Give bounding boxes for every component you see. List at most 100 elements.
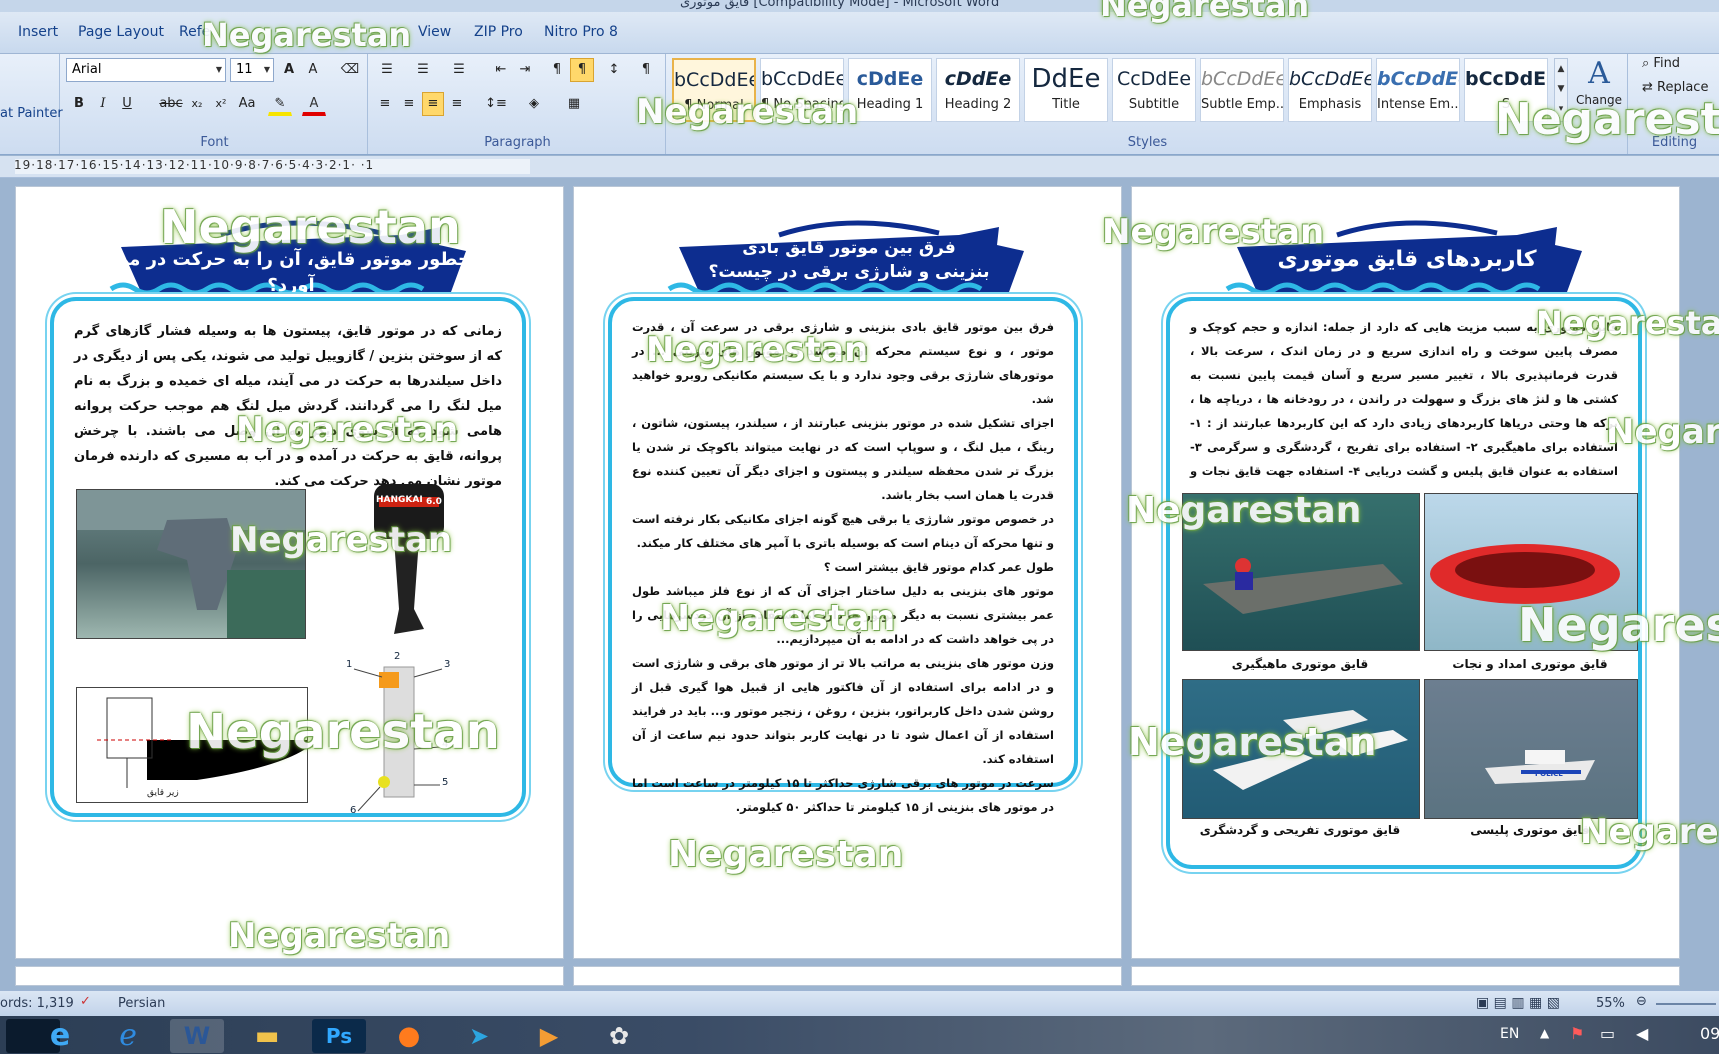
tray-chevron-icon[interactable]: ▲: [1540, 1026, 1549, 1040]
middle-page-body: فرق بین موتور قایق بادی بنزینی و شارژی ب…: [632, 315, 1054, 819]
edge-icon[interactable]: e: [33, 1019, 87, 1053]
tab-insert[interactable]: Insert: [18, 24, 58, 40]
justify-icon[interactable]: ≡: [446, 92, 468, 116]
firefox-icon[interactable]: ●: [382, 1019, 436, 1053]
tab-zip-pro[interactable]: ZIP Pro: [474, 24, 523, 40]
right-content-frame: قایق موتوری به سبب مزیت هایی که دارد از …: [1166, 297, 1642, 869]
language-indicator[interactable]: Persian: [118, 996, 165, 1011]
style-intense-emphasis[interactable]: bCcDdEeIntense Em...: [1376, 58, 1460, 122]
leisure-boats-photo: [1182, 679, 1420, 819]
ie-icon[interactable]: ℯ: [101, 1019, 155, 1053]
word-icon[interactable]: W: [170, 1019, 224, 1053]
styles-group-label: Styles: [1127, 135, 1168, 150]
change-styles-button[interactable]: A Change: [1572, 56, 1626, 107]
zoom-out-icon[interactable]: ⊖: [1636, 994, 1647, 1009]
middle-heading-line2: بنزینی و شارژی برقی در چیست؟: [708, 262, 990, 282]
highlight-icon[interactable]: ✎: [268, 92, 292, 116]
style-heading-1[interactable]: cDdEe Heading 1: [848, 58, 932, 122]
middle-heading-line1: فرق بین موتور قایق بادی: [742, 238, 956, 258]
numbering-icon[interactable]: ☰: [410, 58, 436, 82]
style-title[interactable]: DdEe Title: [1024, 58, 1108, 122]
tab-page-layout[interactable]: Page Layout: [78, 24, 164, 40]
page-middle: فرق بین موتور قایق بادی بنزینی و شارژی ب…: [573, 186, 1122, 959]
status-bar: ords: 1,319 ✓ Persian ▣ ▤ ▥ ▦ ▧ 55% ⊖: [0, 990, 1719, 1016]
page-next-right: [1131, 966, 1680, 986]
clock[interactable]: 09: [1700, 1024, 1719, 1043]
grow-font-icon[interactable]: A: [278, 58, 300, 82]
style-heading-2[interactable]: cDdEe Heading 2: [936, 58, 1020, 122]
bold-icon[interactable]: B: [68, 92, 90, 116]
middle-paragraph: اجزای تشکیل شده در موتور بنزینی عبارتند …: [632, 416, 1054, 502]
hangkai-engine-image: HANGKAI 6.0: [354, 469, 454, 644]
input-language[interactable]: EN: [1500, 1026, 1519, 1042]
style-strong[interactable]: bCcDdEeS: [1464, 58, 1548, 122]
subscript-icon[interactable]: x₂: [186, 92, 208, 116]
paint-icon[interactable]: ✿: [592, 1019, 646, 1053]
flag-icon[interactable]: ⚑: [1570, 1024, 1584, 1043]
font-name-combo[interactable]: Arial ▼: [66, 58, 226, 82]
middle-paragraph: وزن موتور های بنزینی به مراتب بالا تر از…: [632, 656, 1054, 766]
clear-format-icon[interactable]: ⌫: [338, 58, 362, 82]
media-player-icon[interactable]: ▶: [522, 1019, 576, 1053]
network-icon[interactable]: ▭: [1600, 1024, 1615, 1043]
police-boat-photo: POLICE: [1424, 679, 1638, 819]
shading-icon[interactable]: ◈: [520, 92, 548, 116]
zoom-slider[interactable]: [1656, 1003, 1716, 1005]
caption-rescue: قایق موتوری امداد و نجات: [1452, 657, 1608, 671]
align-center-icon[interactable]: ≡: [398, 92, 420, 116]
middle-paragraph: فرق بین موتور قایق بادی بنزینی و شارژی ب…: [632, 320, 1054, 406]
proofing-icon[interactable]: ✓: [80, 994, 91, 1009]
style-no-spacing[interactable]: bCcDdEe ¶ No Spacing: [760, 58, 844, 122]
style-subtle-emphasis[interactable]: bCcDdEe Subtle Emp...: [1200, 58, 1284, 122]
explorer-icon[interactable]: ▬: [240, 1019, 294, 1053]
style-emphasis[interactable]: bCcDdEe Emphasis: [1288, 58, 1372, 122]
volume-icon[interactable]: ◀: [1636, 1024, 1648, 1043]
engine-parts-diagram: 1 2 3 4 5 6: [346, 651, 451, 816]
find-button[interactable]: ⌕ Find: [1642, 56, 1680, 71]
style-subtitle[interactable]: CcDdEe Subtitle: [1112, 58, 1196, 122]
engine-hp: 6.0: [426, 497, 442, 507]
styles-group: bCcDdEe ¶ Normal bCcDdEe ¶ No Spacing cDdE…: [668, 54, 1628, 154]
zoom-level[interactable]: 55%: [1596, 996, 1625, 1011]
replace-button[interactable]: ⇄ Replace: [1642, 80, 1708, 95]
styles-scroll[interactable]: ▲ ▼ ▾: [1554, 58, 1568, 122]
bullets-icon[interactable]: ☰: [374, 58, 400, 82]
increase-indent-icon[interactable]: ⇥: [514, 58, 536, 82]
boat-heading-banner: فرق بین موتور قایق بادی بنزینی و شارژی ب…: [659, 207, 1039, 302]
view-buttons[interactable]: ▣ ▤ ▥ ▦ ▧: [1476, 995, 1560, 1011]
multilevel-list-icon[interactable]: ☰: [446, 58, 472, 82]
editing-group: ⌕ Find ⇄ Replace Editing: [1630, 54, 1719, 154]
tab-nitro-pro[interactable]: Nitro Pro 8: [544, 24, 618, 40]
tab-references[interactable]: Refe: [179, 24, 210, 40]
ribbon-tabs: Insert Page Layout Refe View ZIP Pro Nit…: [0, 12, 1719, 54]
font-color-icon[interactable]: A: [302, 92, 326, 116]
word-count[interactable]: ords: 1,319: [0, 996, 74, 1011]
font-group-label: Font: [200, 135, 229, 150]
horizontal-ruler[interactable]: 19·18·17·16·15·14·13·12·11·10·9·8·7·6·5·…: [0, 156, 1719, 178]
ltr-icon[interactable]: ¶: [546, 58, 568, 82]
align-left-icon[interactable]: ≡: [374, 92, 396, 116]
shrink-font-icon[interactable]: A: [302, 58, 324, 82]
underline-icon[interactable]: U: [116, 92, 138, 116]
align-right-icon[interactable]: ≡: [422, 92, 444, 116]
strikethrough-icon[interactable]: abc: [158, 92, 184, 116]
rtl-icon[interactable]: ¶: [570, 58, 594, 82]
format-painter-button[interactable]: at Painter: [0, 106, 63, 121]
photoshop-icon[interactable]: Ps: [312, 1019, 366, 1053]
sort-icon[interactable]: ↕: [602, 58, 626, 82]
outboard-motor-photo: [76, 489, 306, 639]
decrease-indent-icon[interactable]: ⇤: [490, 58, 512, 82]
chevron-down-icon: ▼: [263, 65, 270, 74]
superscript-icon[interactable]: x²: [210, 92, 232, 116]
show-marks-icon[interactable]: ¶: [634, 58, 658, 82]
telegram-icon[interactable]: ➤: [452, 1019, 506, 1053]
line-spacing-icon[interactable]: ↕≡: [482, 92, 510, 116]
change-case-icon[interactable]: Aa: [234, 92, 260, 116]
ruler-numbers: 19·18·17·16·15·14·13·12·11·10·9·8·7·6·5·…: [14, 158, 375, 172]
style-normal[interactable]: bCcDdEe ¶ Normal: [672, 58, 756, 122]
ribbon: at Painter Arial ▼ 11 ▼ A A ⌫ B I U abc x₂…: [0, 54, 1719, 155]
tab-view[interactable]: View: [418, 24, 451, 40]
font-size-combo[interactable]: 11 ▼: [230, 58, 274, 82]
borders-icon[interactable]: ▦: [560, 92, 588, 116]
italic-icon[interactable]: I: [92, 92, 114, 116]
